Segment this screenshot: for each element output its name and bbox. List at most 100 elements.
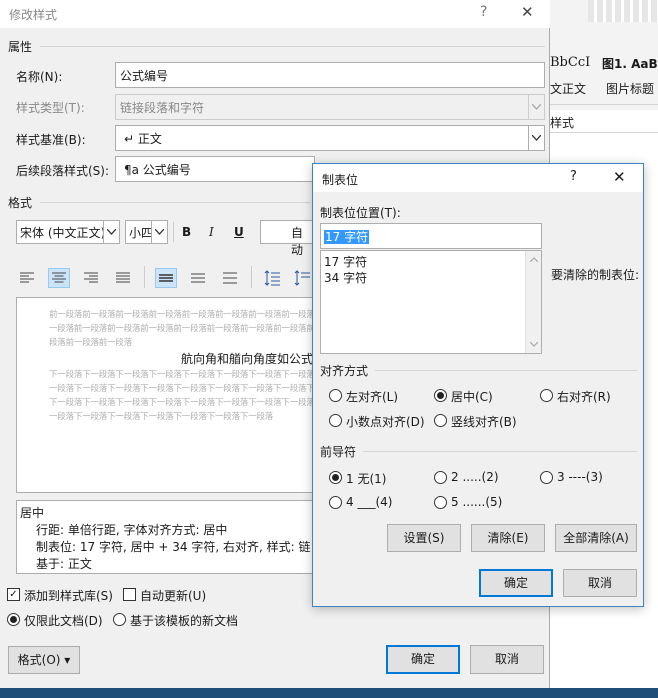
double-spacing-icon[interactable] [219, 268, 241, 288]
based-on-select[interactable]: ↵ 正文 [115, 125, 545, 151]
tab-position-label: 制表位位置(T): [320, 206, 401, 220]
tabs-ok-button[interactable]: 确定 [479, 569, 553, 597]
ok-button[interactable]: 确定 [386, 645, 460, 674]
properties-section-label: 属性 [8, 40, 33, 54]
format-divider [40, 202, 310, 203]
styles-pane-label: 样式 [550, 116, 575, 130]
one-half-spacing-icon[interactable] [187, 268, 209, 288]
paragraph-spacing-icon[interactable] [291, 268, 313, 288]
align-decimal-label: 小数点对齐(D) [346, 415, 425, 429]
add-to-gallery-label: 添加到样式库(S) [24, 589, 113, 603]
align-center-radio[interactable] [434, 389, 447, 402]
font-value: 宋体 (中文正文) [20, 226, 106, 240]
leader-none-label: 1 无(1) [346, 472, 387, 486]
close-icon[interactable]: ✕ [613, 168, 626, 186]
list-item[interactable]: 34 字符 [324, 269, 538, 285]
chevron-down-icon [528, 95, 544, 119]
logo-decoration [588, 0, 658, 22]
toolbar-separator [144, 266, 145, 288]
leader-divider [363, 451, 637, 452]
size-select[interactable]: 小四 [125, 220, 168, 244]
leader-dashes-radio[interactable] [540, 471, 553, 484]
dialog-title: 修改样式 [9, 8, 58, 22]
scroll-up-icon[interactable] [530, 257, 538, 262]
tabs-cancel-button[interactable]: 取消 [563, 569, 637, 597]
align-right-label: 右对齐(R) [557, 390, 611, 404]
single-spacing-icon[interactable] [155, 268, 177, 288]
bold-button[interactable]: B [182, 225, 191, 239]
font-color-value: 自动 [291, 226, 304, 257]
align-left-radio[interactable] [329, 389, 342, 402]
line-spacing-icon[interactable] [261, 268, 283, 288]
format-menu-button[interactable]: 格式(O) ▾ [8, 646, 80, 674]
tab-position-input[interactable]: 17 字符 [320, 223, 542, 249]
auto-update-label: 自动更新(U) [140, 589, 207, 603]
based-on-value: ↵ 正文 [124, 132, 162, 146]
cancel-button[interactable]: 取消 [470, 645, 544, 674]
new-docs-template-radio[interactable] [113, 613, 126, 626]
italic-button[interactable]: I [209, 225, 214, 239]
add-to-gallery-checkbox[interactable]: ✓ [7, 588, 20, 601]
chevron-down-icon [151, 221, 167, 243]
size-value: 小四 [129, 226, 154, 240]
align-right-radio[interactable] [540, 389, 553, 402]
style-type-select[interactable]: 链接段落和字符 [115, 94, 545, 120]
preview-prev-para: 前一段落前一段落前一段落前一段落前一段落前一段落前一段落前一段落 [49, 310, 315, 320]
title-bar [0, 0, 550, 28]
tabs-title-bar [313, 164, 643, 192]
preview-next-para: 下一段落下一段落下一段落下一段落下一段落下一段落下一段落下一段落 [49, 370, 315, 380]
list-item[interactable]: 17 字符 [324, 253, 538, 269]
leader-none-radio[interactable] [329, 471, 342, 484]
leader-underline-radio[interactable] [329, 496, 342, 509]
justify-icon[interactable] [112, 268, 134, 288]
align-bar-label: 竖线对齐(B) [451, 415, 517, 429]
next-style-value: ¶a 公式编号 [124, 163, 191, 177]
help-button[interactable]: ? [570, 169, 577, 184]
name-input-value: 公式编号 [120, 69, 169, 83]
style-gallery-item-3[interactable]: 文正文 [550, 80, 586, 97]
only-this-doc-label: 仅限此文档(D) [24, 614, 103, 628]
set-button[interactable]: 设置(S) [387, 524, 461, 552]
tab-positions-list[interactable]: 17 字符 34 字符 [320, 250, 542, 354]
chevron-down-icon [103, 221, 119, 243]
format-section-label: 格式 [8, 196, 33, 210]
style-gallery-item-4[interactable]: 图片标题 [606, 80, 654, 97]
align-center-label: 居中(C) [451, 390, 493, 404]
next-style-label: 后续段落样式(S): [16, 164, 110, 178]
alignment-group-label: 对齐方式 [320, 364, 369, 378]
clear-all-button[interactable]: 全部清除(A) [555, 524, 637, 552]
style-gallery-item-2[interactable]: 图1. AaB [602, 55, 658, 72]
align-left-icon[interactable] [16, 268, 38, 288]
name-label: 名称(N): [16, 70, 63, 84]
preview-next-para: 一段落下一段落下一段落下一段落下一段落下一段落下一段落 [49, 412, 274, 422]
preview-sample-text: 航向角和艏向角度如公式 [181, 352, 314, 366]
description-line: 基于: 正文 [36, 557, 92, 571]
font-select[interactable]: 宋体 (中文正文) [16, 220, 120, 244]
tabs-dialog-title: 制表位 [322, 173, 359, 187]
tabs-to-clear-label: 要清除的制表位: [551, 268, 640, 282]
leader-middots-radio[interactable] [434, 496, 447, 509]
leader-dots-radio[interactable] [434, 471, 447, 484]
description-line: 制表位: 17 字符, 居中 + 34 字符, 右对齐, 样式: 链 [36, 540, 311, 554]
help-button[interactable]: ? [480, 4, 487, 20]
next-style-select[interactable]: ¶a 公式编号 [115, 156, 315, 182]
align-decimal-radio[interactable] [329, 414, 342, 427]
clear-button[interactable]: 清除(E) [471, 524, 545, 552]
new-docs-template-label: 基于该模板的新文档 [130, 614, 239, 628]
scroll-down-icon[interactable] [530, 342, 538, 347]
underline-button[interactable]: U [234, 225, 244, 239]
align-bar-radio[interactable] [434, 414, 447, 427]
preview-prev-para: 段落前一段落前一段落 [49, 338, 133, 348]
only-this-doc-radio[interactable] [7, 613, 20, 626]
style-gallery-item-1[interactable]: BbCcI [550, 55, 590, 70]
style-type-value: 链接段落和字符 [120, 101, 205, 115]
close-icon[interactable]: ✕ [521, 3, 534, 21]
list-scrollbar[interactable] [525, 251, 541, 353]
name-input[interactable]: 公式编号 [115, 62, 545, 88]
taskbar [0, 688, 658, 698]
leader-underline-label: 4 ___(4) [346, 495, 393, 509]
auto-update-checkbox[interactable] [123, 588, 136, 601]
align-center-icon[interactable] [48, 268, 70, 288]
align-right-icon[interactable] [80, 268, 102, 288]
leader-dots-label: 2 .....(2) [451, 470, 499, 484]
